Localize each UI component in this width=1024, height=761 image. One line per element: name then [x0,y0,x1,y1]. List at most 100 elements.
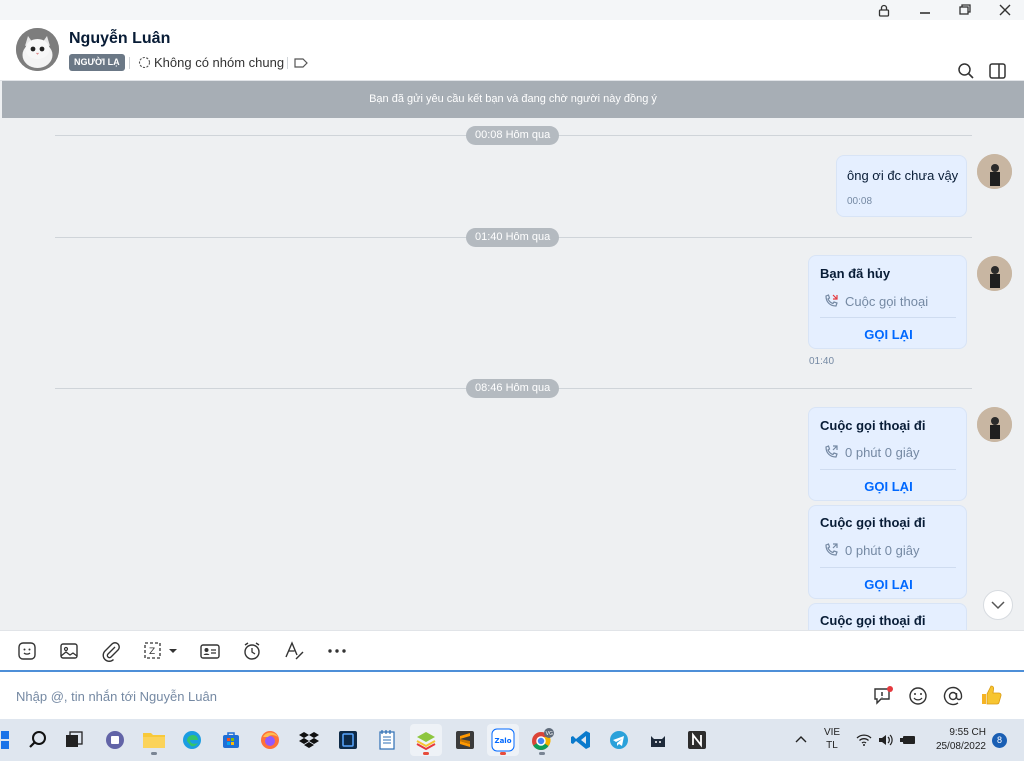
more-options-button[interactable] [326,640,348,662]
my-avatar[interactable] [977,407,1012,442]
sublime-text-icon [456,731,474,749]
windows-taskbar: Zalo VG VIE TL 9:55 CH 25/08/2022 8 [0,719,1024,761]
mention-button[interactable] [942,685,964,707]
attach-file-button[interactable] [100,640,122,662]
restore-button[interactable] [945,0,985,20]
battery-icon[interactable] [899,732,917,748]
taskbar-app-sublime-text[interactable] [449,724,481,756]
message-list[interactable]: 00:08 Hôm qua ông ơi đc chưa vậy 00:08 0… [0,118,1024,630]
reminder-button[interactable] [241,640,263,662]
conversation-info-button[interactable] [987,60,1009,82]
text-format-button[interactable] [283,640,305,662]
message-input[interactable] [16,686,836,706]
taskbar-app-notepad[interactable] [371,724,403,756]
sticker-icon [18,642,36,660]
close-button[interactable] [985,0,1024,20]
language-label: VIE [823,727,841,738]
my-avatar[interactable] [977,154,1012,189]
divider [287,57,288,69]
volume-icon[interactable] [877,732,893,748]
input-language-indicator[interactable]: VIE TL [817,726,847,752]
taskbar-app[interactable] [642,724,674,756]
attachment-icon [102,642,120,662]
emoji-button[interactable] [907,685,929,707]
contact-card-icon [200,644,220,659]
taskbar-app-zalo[interactable]: Zalo [487,724,519,756]
taskbar-app-store[interactable] [215,724,247,756]
edge-icon [183,731,201,749]
call-message[interactable]: Cuộc gọi thoại đi 0 phút 0 giây GỌI LẠI [808,407,967,501]
image-button[interactable] [58,640,80,662]
taskbar-app-teams[interactable] [99,724,131,756]
message-bubble[interactable]: ông ơi đc chưa vậy 00:08 [836,155,967,217]
search-button[interactable] [955,60,977,82]
call-subtitle: Cuộc gọi thoại [823,293,928,309]
contact-avatar[interactable] [16,28,59,71]
contact-card-button[interactable] [199,640,221,662]
minimize-button[interactable] [905,0,945,20]
my-avatar[interactable] [977,256,1012,291]
call-message[interactable]: Bạn đã hủy Cuộc gọi thoại GỌI LẠI [808,255,967,349]
screenshot-icon: Z [144,642,177,659]
more-icon [328,649,346,653]
taskbar-search[interactable] [22,724,54,756]
vscode-icon [571,731,590,749]
message-time: 01:40 [809,356,835,367]
firefox-icon [261,731,279,749]
lock-icon[interactable] [864,0,904,20]
tag-icon[interactable] [293,56,309,70]
taskbar-app[interactable] [332,724,364,756]
chevron-down-icon [991,600,1005,609]
message-composer [0,670,1024,719]
taskbar-app-telegram[interactable] [603,724,635,756]
scroll-to-bottom-button[interactable] [983,590,1013,620]
divider [820,317,956,318]
show-hidden-icons-button[interactable] [793,732,809,748]
contact-name[interactable]: Nguyễn Luân [69,30,170,48]
chat-header: Nguyễn Luân NGƯỜI LẠ Không có nhóm chung [0,20,1024,81]
sticker-button[interactable] [16,640,38,662]
taskbar-app-file-explorer[interactable] [138,724,170,756]
call-back-button[interactable]: GỌI LẠI [809,577,968,592]
system-clock[interactable]: 9:55 CH 25/08/2022 [926,726,986,754]
taskbar-app-vscode[interactable] [565,724,597,756]
call-subtitle-text: 0 phút 0 giây [845,542,920,558]
folder-icon [143,733,165,748]
minimize-icon [920,12,930,14]
call-message[interactable]: Cuộc gọi thoại đi 0 phút 0 giây GỌI LẠI [808,505,967,599]
taskbar-app-notion[interactable] [681,724,713,756]
outgoing-call-icon [825,445,838,458]
notepad-icon [379,730,395,750]
image-icon [60,643,78,659]
task-view-icon [66,731,83,747]
date-divider: 01:40 Hôm qua [466,228,560,247]
taskbar-app-firefox[interactable] [254,724,286,756]
task-view-button[interactable] [58,724,90,756]
chevron-up-icon [795,736,807,743]
composer-toolbar: Z [0,630,1024,670]
divider [820,567,956,568]
bluestacks-icon [416,732,436,751]
call-title: Cuộc gọi thoại đi [820,613,926,628]
notification-count-badge[interactable]: 8 [992,733,1007,748]
common-groups-link[interactable]: Không có nhóm chung [138,54,284,71]
outgoing-call-icon [825,543,838,556]
call-back-button[interactable]: GỌI LẠI [809,327,968,342]
screenshot-button[interactable]: Z [142,640,180,662]
taskbar-app-chrome[interactable]: VG [526,724,558,756]
missed-call-icon [825,294,838,307]
quick-message-button[interactable] [872,685,894,707]
wifi-icon[interactable] [856,732,872,748]
start-button[interactable] [0,724,12,756]
clock-date: 25/08/2022 [935,741,986,752]
call-back-button[interactable]: GỌI LẠI [809,479,968,494]
call-message[interactable]: Cuộc gọi thoại đi [808,603,967,630]
thumbs-up-icon [982,685,1002,705]
call-title: Cuộc gọi thoại đi [820,515,926,530]
call-subtitle-text: 0 phút 0 giây [845,444,920,460]
taskbar-app-bluestacks[interactable] [410,724,442,756]
send-like-button[interactable] [979,683,1003,707]
chrome-icon: VG [532,728,554,751]
taskbar-app-dropbox[interactable] [293,724,325,756]
taskbar-app-edge[interactable] [176,724,208,756]
